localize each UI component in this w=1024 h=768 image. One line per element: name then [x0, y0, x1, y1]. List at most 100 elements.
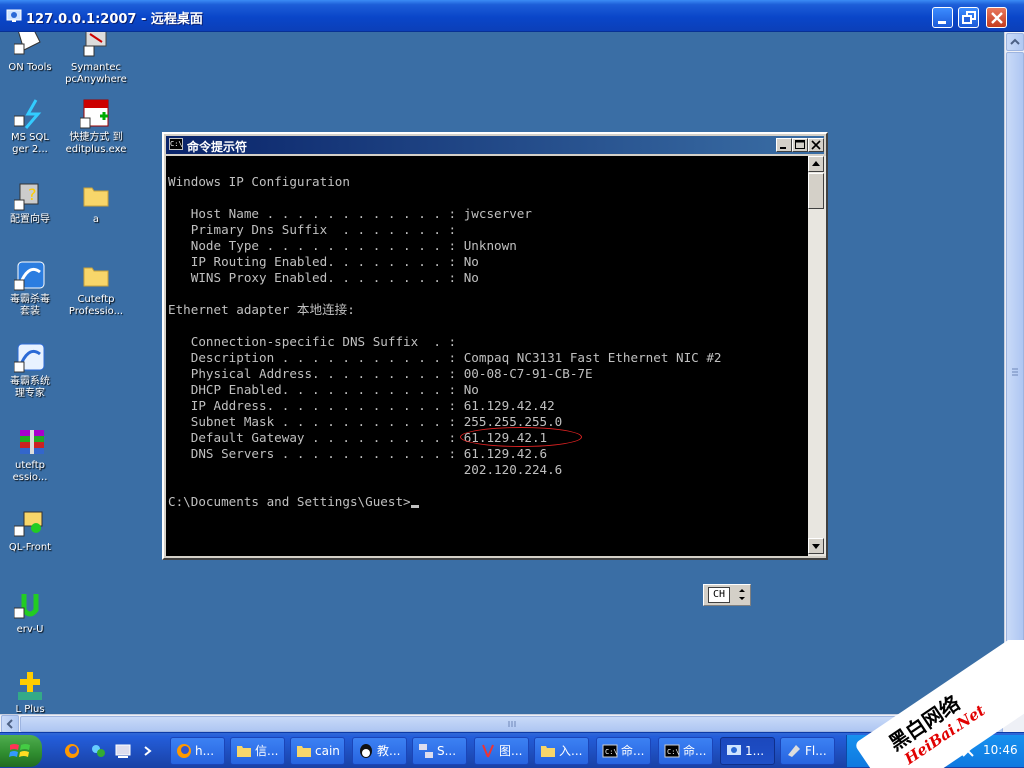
taskbar-button-cmd-2[interactable]: C:\ 命... [658, 737, 713, 765]
svg-text:C:\: C:\ [605, 748, 618, 756]
wizard-icon: ? [13, 180, 46, 212]
cmd-maximize-button[interactable] [792, 138, 808, 152]
minimize-icon [938, 21, 946, 24]
pcanywhere-icon [80, 32, 112, 60]
taskbar-button-h[interactable]: h... [170, 737, 225, 765]
taskbar-button-cain[interactable]: cain [290, 737, 345, 765]
qq-tray-icon[interactable] [883, 744, 897, 758]
clock[interactable]: 10:46 [983, 743, 1018, 757]
console-line: Description . . . . . . . . . . . : Comp… [168, 350, 722, 365]
antivirus-tray-icon[interactable] [961, 744, 975, 758]
show-desktop-icon[interactable] [115, 743, 131, 759]
language-bar[interactable]: CH [703, 584, 751, 606]
console-line: Ethernet adapter 本地连接: [168, 302, 355, 317]
network-icon [419, 744, 433, 758]
taskbar-button-fl[interactable]: Fl... [780, 737, 835, 765]
sql-server-icon [13, 98, 46, 130]
system-expert-icon [13, 342, 46, 374]
firefox-icon[interactable] [64, 743, 80, 759]
desktop-icon-cuteftp-rar[interactable]: uteftp essio... [0, 426, 66, 484]
folder-icon [237, 746, 251, 757]
console-line: Host Name . . . . . . . . . . . . : jwcs… [168, 206, 532, 221]
language-indicator[interactable]: CH [708, 587, 730, 603]
editplus-icon [79, 98, 112, 130]
remote-desktop-titlebar[interactable]: 127.0.0.1:2007 - 远程桌面 [0, 0, 1024, 32]
browser-icon [177, 744, 191, 758]
taskbar-button-ru[interactable]: 入... [534, 737, 589, 765]
maximize-icon [795, 140, 805, 149]
desktop-icon-editplus[interactable]: 快捷方式 到 editplus.exe [60, 98, 132, 156]
console-text: Windows IP Configuration Host Name . . .… [168, 158, 722, 510]
cmd-titlebar[interactable]: C:\ 命令提示符 [166, 136, 824, 154]
cmd-close-button[interactable] [808, 138, 824, 152]
desktop-icon-ms-sql[interactable]: MS SQL ger 2... [0, 98, 66, 156]
cmd-icon: C:\ [664, 744, 680, 758]
desktop-icon-pcanywhere[interactable]: Symantec pcAnywhere [60, 32, 132, 86]
taskbar-button-cmd-1[interactable]: C:\ 命... [596, 737, 651, 765]
console-output[interactable]: Windows IP Configuration Host Name . . .… [166, 156, 808, 556]
volume-tray-icon[interactable] [943, 744, 957, 758]
remote-vertical-scrollbar[interactable] [1004, 32, 1024, 714]
desktop-icon-cuteftp-folder[interactable]: Cuteftp Professio... [60, 260, 132, 318]
desktop-icon-sqlfront[interactable]: QL-Front [0, 508, 66, 554]
taskbar-button-s[interactable]: S... [412, 737, 467, 765]
scroll-thumb[interactable] [808, 173, 824, 209]
scroll-down-button[interactable] [1006, 694, 1024, 712]
desktop-icon-plus[interactable]: L Plus [0, 670, 66, 714]
svg-text:C:\: C:\ [667, 748, 680, 756]
chevron-right-icon[interactable] [140, 743, 156, 759]
arrow-down-icon [1010, 700, 1020, 707]
taskbar-button-tu[interactable]: 图... [474, 737, 529, 765]
winrar-icon [14, 426, 46, 458]
desktop-icon-serv-u[interactable]: erv-U [0, 590, 66, 636]
tools-icon [13, 32, 46, 60]
console-line: Subnet Mask . . . . . . . . . . . : 255.… [168, 414, 563, 429]
start-button[interactable] [0, 735, 42, 767]
desktop-icon-folder-a[interactable]: a [60, 180, 132, 226]
command-prompt-window[interactable]: C:\ 命令提示符 Windows IP Configuration Host … [162, 132, 828, 560]
horizontal-scroll-thumb[interactable] [20, 716, 984, 732]
messenger-icon[interactable] [90, 743, 106, 759]
folder-icon [80, 180, 112, 212]
taskbar-button-xin[interactable]: 信... [230, 737, 285, 765]
console-line: Physical Address. . . . . . . . . : 00-0… [168, 366, 593, 381]
chevron-down-icon[interactable] [736, 587, 748, 603]
arrow-right-icon [991, 719, 998, 729]
console-line: IP Routing Enabled. . . . . . . . : No [168, 254, 479, 269]
desktop-icon-on-tools[interactable]: ON Tools [0, 32, 66, 74]
console-line: Connection-specific DNS Suffix . : [168, 334, 457, 349]
scroll-left-button[interactable] [1, 715, 19, 733]
grip-icon [1012, 368, 1018, 376]
close-button[interactable] [986, 7, 1007, 28]
minimize-button[interactable] [932, 7, 953, 28]
desktop-icon-system-expert[interactable]: 毒霸系统 理专家 [0, 342, 66, 400]
cmd-scrollbar[interactable] [808, 156, 826, 556]
scroll-right-button[interactable] [985, 715, 1003, 733]
console-line: WINS Proxy Enabled. . . . . . . . : No [168, 270, 479, 285]
taskbar-button-jiao[interactable]: 教... [352, 737, 407, 765]
restore-button[interactable] [958, 7, 979, 28]
qq-icon [360, 744, 372, 758]
vertical-scroll-thumb[interactable] [1006, 52, 1024, 692]
scroll-up-button[interactable] [808, 156, 824, 172]
desktop-icon-antivirus[interactable]: 毒霸杀毒 套装 [0, 260, 66, 318]
taskbar-button-remote-desktop[interactable]: 1... [720, 737, 775, 765]
close-icon [991, 12, 1003, 24]
console-line: Windows IP Configuration [168, 174, 350, 189]
desktop-icon-config-wizard[interactable]: ? 配置向导 [0, 180, 66, 226]
cmd-title: 命令提示符 [187, 140, 248, 154]
tools-icon [482, 744, 494, 758]
security-tray-icon[interactable] [923, 744, 937, 758]
console-line: C:\Documents and Settings\Guest> [168, 494, 722, 510]
console-line: Default Gateway . . . . . . . . . : 61.1… [168, 430, 548, 445]
text-cursor [410, 505, 419, 508]
network-tray-icon[interactable] [903, 744, 917, 758]
scroll-down-button[interactable] [808, 538, 824, 554]
scroll-up-button[interactable] [1006, 33, 1024, 51]
cmd-minimize-button[interactable] [776, 138, 792, 152]
remote-horizontal-scrollbar[interactable] [0, 714, 1004, 733]
